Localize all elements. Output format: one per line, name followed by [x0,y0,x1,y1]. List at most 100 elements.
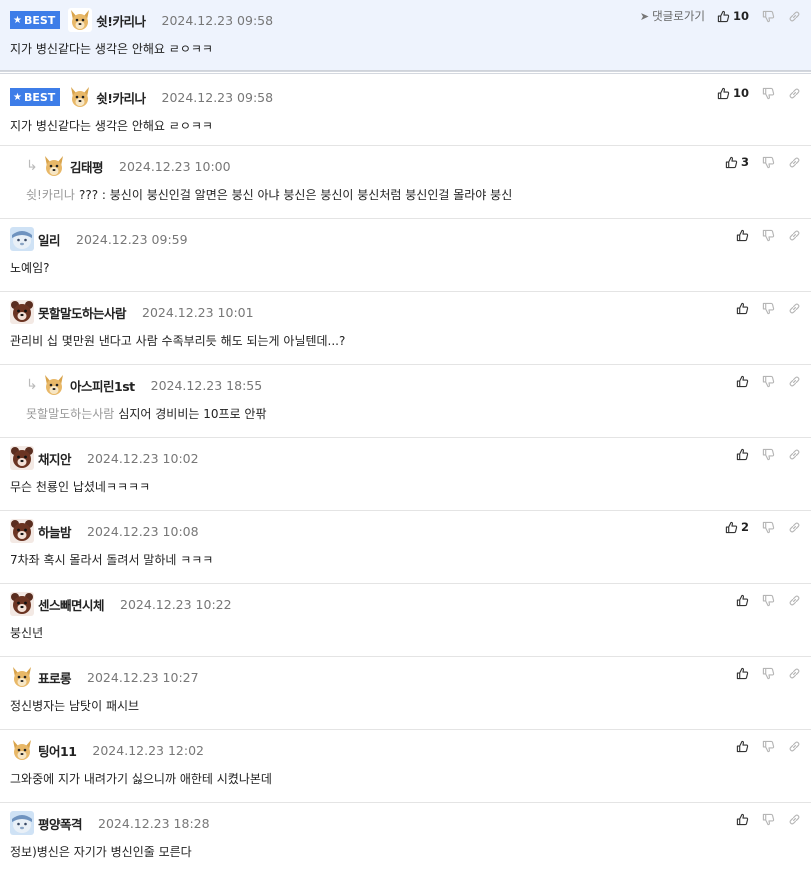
thumbs-up-icon [717,87,730,100]
like-button[interactable] [736,302,749,315]
thumbs-down-icon [762,813,775,826]
timestamp: 2024.12.23 10:08 [87,523,199,539]
dislike-button[interactable] [762,87,775,100]
share-link-button[interactable] [788,448,801,461]
timestamp: 2024.12.23 18:28 [98,815,210,831]
dislike-button[interactable] [762,229,775,242]
like-button[interactable]: 3 [725,155,749,169]
nickname[interactable]: 김태평 [70,157,104,176]
nickname[interactable]: 쉿!카리나 [96,88,146,107]
thumbs-up-icon [736,813,749,826]
nickname[interactable]: 평양폭격 [38,814,83,833]
dislike-button[interactable] [762,740,775,753]
like-button[interactable] [736,740,749,753]
like-button[interactable] [736,375,749,388]
nickname[interactable]: 쉿!카리나 [96,11,146,30]
link-icon [788,10,801,23]
share-link-button[interactable] [788,156,801,169]
avatar[interactable] [10,592,34,616]
nickname[interactable]: 일리 [38,230,61,249]
avatar[interactable] [10,519,34,543]
share-link-button[interactable] [788,10,801,23]
thumbs-up-icon [736,229,749,242]
share-link-button[interactable] [788,740,801,753]
share-link-button[interactable] [788,302,801,315]
comment-header: ★ BEST 쉿!카리나 2024.12.23 09:58 [10,8,273,32]
avatar[interactable] [10,300,34,324]
best-badge: ★ BEST [10,88,61,106]
avatar[interactable] [10,665,34,689]
thumbs-down-icon [762,87,775,100]
share-link-button[interactable] [788,229,801,242]
nickname[interactable]: 하늘밤 [38,522,72,541]
comment-actions [723,226,801,244]
comment: 센스빼면시체 2024.12.23 10:22 붕신년 [0,584,811,657]
dislike-button[interactable] [762,594,775,607]
share-link-button[interactable] [788,375,801,388]
share-link-button[interactable] [788,87,801,100]
nickname[interactable]: 채지안 [38,449,72,468]
thumbs-up-icon [717,10,730,23]
dislike-button[interactable] [762,813,775,826]
comment-actions [723,372,801,390]
dislike-button[interactable] [762,156,775,169]
comment-text: 정신병자는 남탓이 패시브 [10,699,140,713]
like-button[interactable]: 10 [717,86,749,100]
dislike-button[interactable] [762,302,775,315]
avatar[interactable] [42,373,66,397]
dislike-button[interactable] [762,375,775,388]
timestamp: 2024.12.23 10:00 [119,158,231,174]
like-button[interactable] [736,667,749,680]
avatar[interactable] [10,811,34,835]
thumbs-up-icon [725,156,738,169]
like-button[interactable]: 2 [725,520,749,534]
share-link-button[interactable] [788,521,801,534]
comment: 하늘밤 2024.12.23 10:08 2 7차좌 혹시 몰라서 돌려서 말하… [0,511,811,584]
comment-header: 못할말도하는사람 2024.12.23 10:01 [10,300,254,324]
share-link-button[interactable] [788,813,801,826]
avatar[interactable] [68,85,92,109]
comment-text: 못할말도하는사람 심지어 경비비는 10프로 안팎 [26,405,266,422]
avatar[interactable] [68,8,92,32]
avatar[interactable] [10,738,34,762]
comment-text: 관리비 십 몇만원 낸다고 사람 수족부리듯 해도 되는게 아닐텐데...? [10,334,346,348]
timestamp: 2024.12.23 10:02 [87,450,199,466]
reply-comment: ↳ 아스피린1st 2024.12.23 18:55 못할말도하는사람 심지어 경… [0,365,811,438]
share-link-button[interactable] [788,667,801,680]
like-button[interactable] [736,229,749,242]
like-count: 3 [740,155,749,169]
like-button[interactable]: 10 [717,9,749,23]
go-to-reply-button[interactable]: ➤ 댓글로가기 [640,8,705,24]
thumbs-down-icon [762,521,775,534]
timestamp: 2024.12.23 10:27 [87,669,199,685]
like-button[interactable] [736,813,749,826]
comment: 표로롱 2024.12.23 10:27 정신병자는 남탓이 패시브 [0,657,811,730]
comment-actions: 2 [712,518,801,536]
dislike-button[interactable] [762,521,775,534]
star-icon: ★ [13,91,22,103]
nickname[interactable]: 팅어11 [38,741,77,760]
avatar[interactable] [42,154,66,178]
link-icon [788,740,801,753]
comment-text: 붕신년 [10,626,44,640]
nickname[interactable]: 아스피린1st [70,376,135,395]
nickname[interactable]: 표로롱 [38,668,72,687]
best-label: BEST [23,90,56,104]
timestamp: 2024.12.23 18:55 [150,377,263,393]
like-button[interactable] [736,594,749,607]
avatar[interactable] [10,227,34,251]
reply-comment: ↳ 김태평 2024.12.23 10:00 3 쉿!카리나??? : 붕신이 … [0,146,811,219]
dislike-button[interactable] [762,667,775,680]
avatar[interactable] [10,446,34,470]
like-button[interactable] [736,448,749,461]
dislike-button[interactable] [762,10,775,23]
nickname[interactable]: 센스빼면시체 [38,595,105,614]
dislike-button[interactable] [762,448,775,461]
go-to-reply-label: 댓글로가기 [652,9,705,23]
nickname[interactable]: 못할말도하는사람 [38,303,127,322]
mention[interactable]: 쉿!카리나 [26,188,75,202]
mention[interactable]: 못할말도하는사람 [26,407,114,421]
share-link-button[interactable] [788,594,801,607]
comment-text: 정보)병신은 자기가 병신인줄 모른다 [10,845,192,859]
comment-text: 지가 병신같다는 생각은 안해요 ㄹㅇㅋㅋ [10,42,213,56]
